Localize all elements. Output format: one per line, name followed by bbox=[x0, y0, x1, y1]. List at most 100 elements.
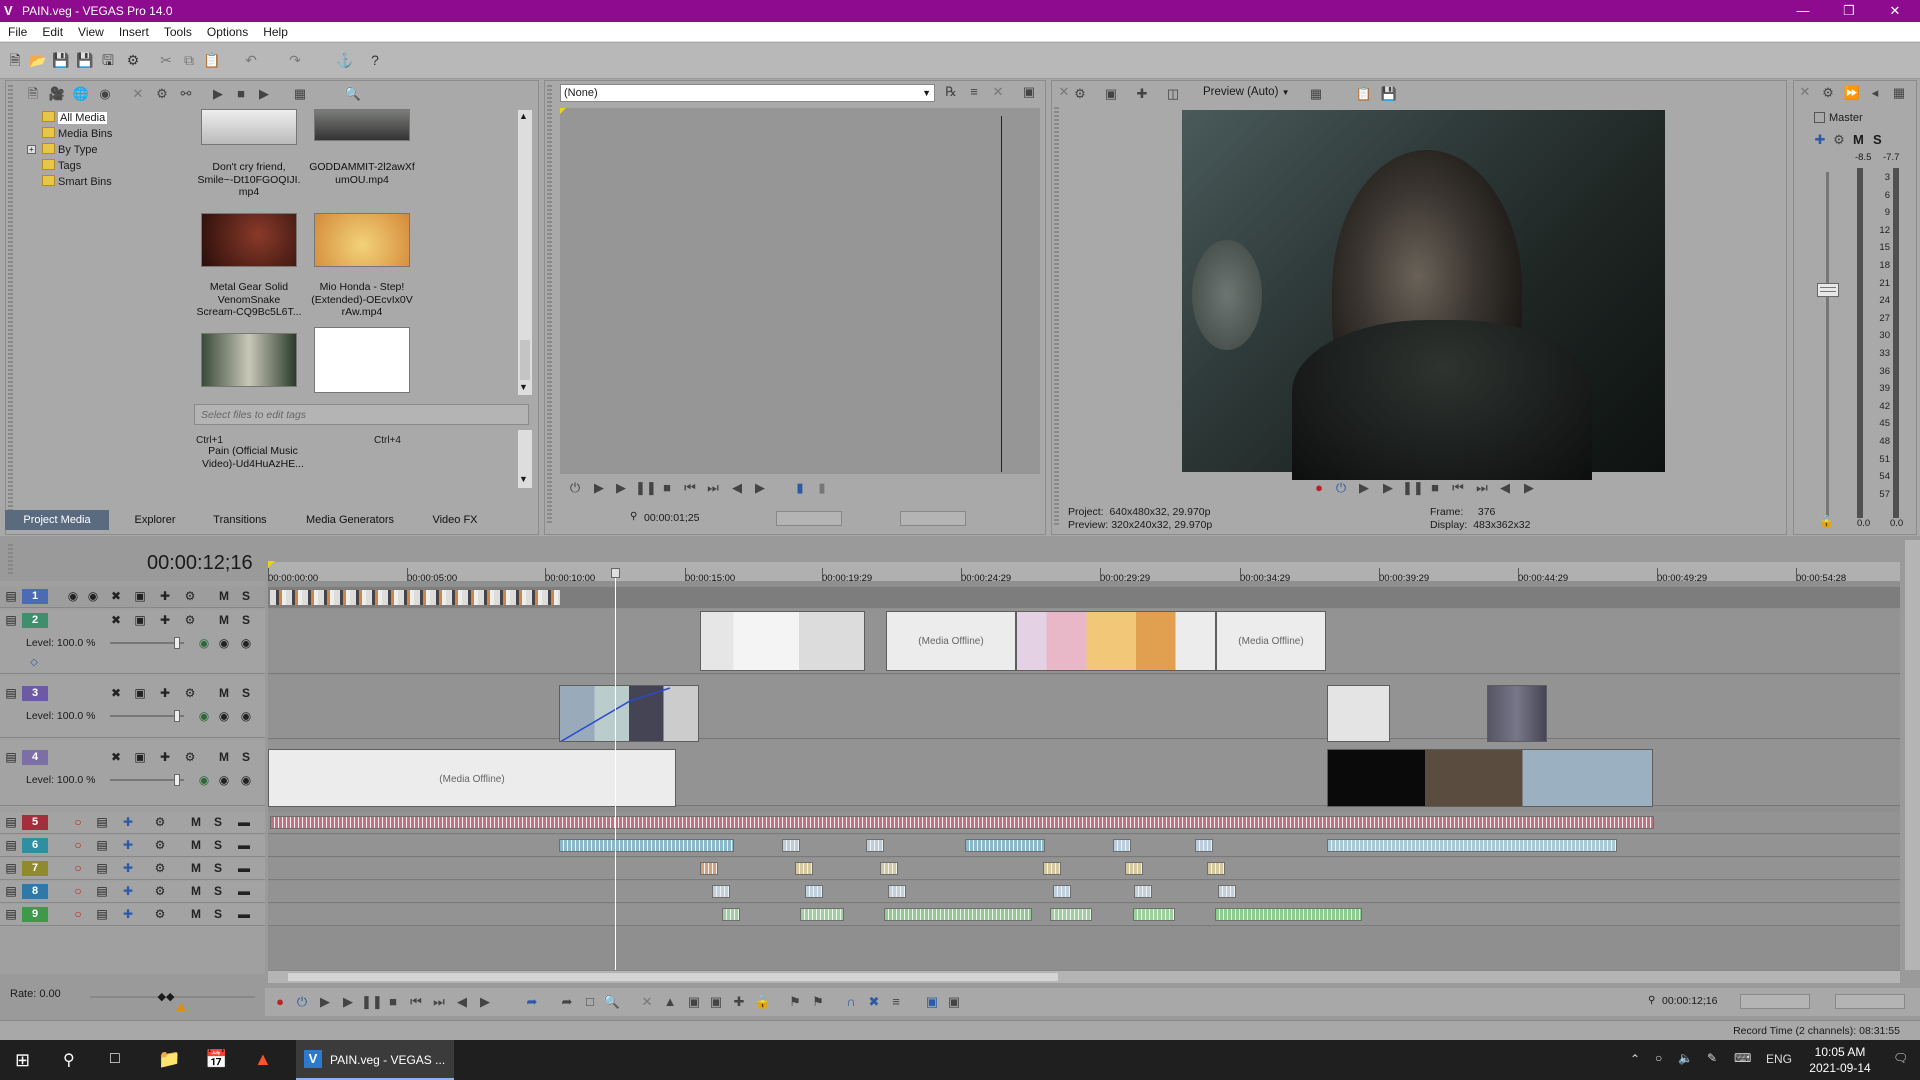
selection-edit-tool-icon[interactable]: □ bbox=[581, 993, 599, 1011]
track-settings-icon[interactable]: ⚙ bbox=[182, 613, 198, 627]
level-slider[interactable] bbox=[110, 774, 184, 786]
trim-end-icon[interactable]: ▣ bbox=[707, 993, 725, 1011]
track-fx-icon[interactable]: ✚ bbox=[120, 838, 136, 852]
media-offline-event[interactable]: (Media Offline) bbox=[886, 611, 1016, 671]
close-panel-icon[interactable]: ✕ bbox=[1796, 83, 1814, 101]
timeline-ruler[interactable] bbox=[268, 562, 1900, 582]
mute-button[interactable]: M bbox=[188, 907, 204, 921]
bypass-motion-blur-icon[interactable]: ◉ bbox=[65, 589, 81, 603]
taskbar-vegas-button[interactable]: V PAIN.veg - VEGAS ... bbox=[296, 1040, 454, 1080]
video-event[interactable] bbox=[1327, 685, 1390, 742]
audio-event[interactable] bbox=[782, 839, 800, 852]
save-icon[interactable]: 💾 bbox=[52, 51, 70, 69]
remove-media-icon[interactable]: ✕ bbox=[129, 85, 147, 103]
make-compositing-child-icon[interactable]: ◉ bbox=[238, 636, 254, 650]
tab-media-generators[interactable]: Media Generators bbox=[295, 510, 405, 530]
copy-snapshot-icon[interactable]: 📋 bbox=[1355, 85, 1373, 103]
input-language[interactable]: ENG bbox=[1766, 1052, 1792, 1066]
search-icon[interactable]: ⚲ bbox=[63, 1050, 75, 1070]
audio-event[interactable] bbox=[880, 862, 898, 875]
loop-playback-icon[interactable]: ⏻ bbox=[293, 993, 311, 1011]
selection-end-field[interactable] bbox=[1835, 994, 1905, 1009]
video-track-header[interactable]: ▤ 3 ✖ ▣ ✚ ⚙ M S Level: 100.0 % ◉ ◉ ◉ bbox=[0, 676, 265, 738]
next-frame-icon[interactable]: ▶ bbox=[751, 479, 769, 497]
media-thumbnail[interactable] bbox=[201, 333, 297, 387]
clear-trimmer-icon[interactable]: ✕ bbox=[989, 83, 1007, 101]
scroll-down-icon[interactable]: ▼ bbox=[519, 474, 528, 484]
marker-icon[interactable]: ⚑ bbox=[786, 993, 804, 1011]
lock-icon[interactable]: 🔒 bbox=[754, 993, 772, 1011]
go-to-start-icon[interactable]: ⏮ bbox=[681, 479, 699, 497]
trimmer-duration-field[interactable] bbox=[776, 511, 842, 526]
rate-slider-handle[interactable]: ◆◆ bbox=[154, 990, 178, 1003]
play-icon[interactable]: ▶ bbox=[1379, 479, 1397, 497]
master-fx-icon[interactable]: ✚ bbox=[1811, 131, 1829, 149]
audio-event[interactable] bbox=[800, 908, 844, 921]
master-mute-button[interactable]: M bbox=[1853, 132, 1864, 147]
go-to-start-icon[interactable]: ⏮ bbox=[407, 993, 425, 1011]
fx-icon[interactable]: ◉ bbox=[196, 709, 212, 723]
audio-event[interactable] bbox=[1195, 839, 1213, 852]
level-slider[interactable] bbox=[110, 637, 184, 649]
trim-icon[interactable]: ▲ bbox=[661, 993, 679, 1011]
media-thumbnail[interactable] bbox=[201, 213, 297, 267]
trimmer-media-select[interactable]: (None) ▼ bbox=[560, 84, 935, 102]
input-monitor-icon[interactable]: ▤ bbox=[94, 907, 110, 921]
previous-frame-icon[interactable]: ◀ bbox=[1496, 479, 1514, 497]
restore-icon[interactable]: ❐ bbox=[1826, 0, 1872, 22]
track-fx-icon[interactable]: ✚ bbox=[120, 907, 136, 921]
redo-icon[interactable]: ↷ bbox=[286, 51, 304, 69]
input-monitor-icon[interactable]: ▤ bbox=[94, 815, 110, 829]
track-expand-icon[interactable]: ▤ bbox=[3, 613, 19, 627]
next-frame-icon[interactable]: ▶ bbox=[476, 993, 494, 1011]
notifications-icon[interactable]: 🗨 bbox=[1893, 1051, 1908, 1065]
track-expand-icon[interactable]: ▤ bbox=[3, 884, 19, 898]
parent-motion-icon[interactable]: ▣ bbox=[132, 613, 148, 627]
properties-icon[interactable]: ⚙ bbox=[124, 51, 142, 69]
normal-edit-tool-icon[interactable]: ➦ bbox=[523, 993, 541, 1011]
audio-event[interactable] bbox=[559, 839, 734, 852]
audio-track-header[interactable]: ▤ 9 ○ ▤ ✚ ⚙ M S ▬ bbox=[0, 904, 265, 926]
stop-preview-icon[interactable]: ■ bbox=[232, 85, 250, 103]
open-icon[interactable]: 📂 bbox=[29, 51, 47, 69]
audio-event[interactable] bbox=[270, 816, 1654, 829]
solo-button[interactable]: S bbox=[210, 815, 226, 829]
insert-bus-icon[interactable]: ⏩ bbox=[1843, 84, 1861, 102]
audio-event[interactable] bbox=[888, 885, 906, 898]
menu-edit[interactable]: Edit bbox=[34, 22, 70, 39]
parent-motion-icon[interactable]: ▣ bbox=[132, 750, 148, 764]
solo-button[interactable]: S bbox=[238, 686, 254, 700]
track-fx-icon[interactable]: ✚ bbox=[157, 589, 173, 603]
auto-crossfades-icon[interactable]: ✖ bbox=[865, 993, 883, 1011]
preview-on-external-icon[interactable]: ▣ bbox=[1102, 85, 1120, 103]
solo-button[interactable]: S bbox=[210, 838, 226, 852]
audio-event[interactable] bbox=[1215, 908, 1362, 921]
minimize-icon[interactable]: — bbox=[1780, 0, 1826, 22]
video-track-header[interactable]: ▤ 4 ✖ ▣ ✚ ⚙ M S Level: 100.0 % ◉ ◉ ◉ bbox=[0, 740, 265, 806]
trim-start-icon[interactable]: ▣ bbox=[685, 993, 703, 1011]
cut-icon[interactable]: ✂ bbox=[157, 51, 175, 69]
audio-event[interactable] bbox=[795, 862, 813, 875]
show-hidden-icons-icon[interactable]: ⌃ bbox=[1630, 1052, 1640, 1066]
video-event[interactable] bbox=[559, 685, 699, 742]
split-icon[interactable]: ✚ bbox=[730, 993, 748, 1011]
mute-button[interactable]: M bbox=[188, 861, 204, 875]
audio-track-header[interactable]: ▤ 5 ○ ▤ ✚ ⚙ M S ▬ bbox=[0, 812, 265, 834]
taskbar-clock[interactable]: 10:05 AM 2021-09-14 bbox=[1800, 1044, 1880, 1076]
make-compositing-child-icon[interactable]: ◉ bbox=[238, 709, 254, 723]
arm-record-icon[interactable]: ○ bbox=[70, 861, 86, 875]
overlays-grid-icon[interactable]: ▦ bbox=[1307, 85, 1325, 103]
save-snapshot-icon[interactable]: 💾 bbox=[1380, 85, 1398, 103]
playhead-handle[interactable] bbox=[611, 568, 620, 578]
menu-file[interactable]: File bbox=[0, 22, 34, 39]
parent-motion-icon[interactable]: ▣ bbox=[132, 686, 148, 700]
next-frame-icon[interactable]: ▶ bbox=[1520, 479, 1538, 497]
record-icon[interactable]: ● bbox=[271, 993, 289, 1011]
audio-event[interactable] bbox=[700, 862, 718, 875]
enable-snapping-icon[interactable]: ⚓ bbox=[336, 51, 354, 69]
master-settings-icon[interactable]: ⚙ bbox=[1830, 131, 1848, 149]
audio-event[interactable] bbox=[884, 908, 1032, 921]
timeline-hscrollbar[interactable] bbox=[268, 970, 1900, 983]
go-to-start-icon[interactable]: ⏮ bbox=[1449, 479, 1467, 497]
envelope-edit-tool-icon[interactable]: ➦ bbox=[558, 993, 576, 1011]
